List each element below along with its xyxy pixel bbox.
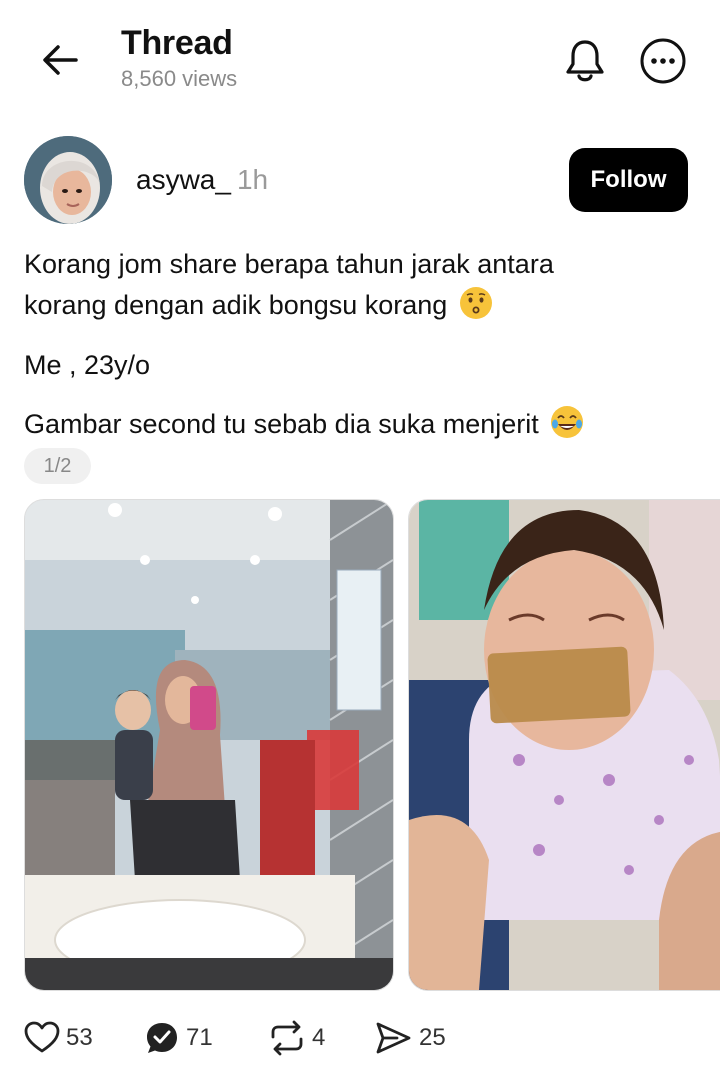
views-count: 8,560 views — [121, 66, 238, 91]
laughing-emoji-icon — [551, 406, 584, 438]
reply-icon — [147, 1023, 177, 1053]
page-title: Thread — [121, 24, 233, 62]
repost-icon — [271, 1020, 303, 1056]
author-name[interactable]: asywa_ 1h — [136, 164, 268, 196]
more-options-button[interactable] — [638, 36, 688, 86]
post-text-segment: korang dengan adik bongsu korang — [24, 290, 448, 320]
avatar[interactable] — [24, 136, 112, 224]
repost-button[interactable]: 4 — [268, 1014, 325, 1062]
like-button[interactable]: 53 — [24, 1014, 93, 1062]
post-time: 1h — [236, 164, 269, 195]
username[interactable]: asywa_ — [136, 164, 231, 195]
kissing-emoji-icon — [459, 287, 492, 319]
repost-count: 4 — [312, 1024, 326, 1051]
share-icon — [376, 1022, 411, 1054]
share-count: 25 — [419, 1024, 446, 1051]
post-image-mirror-selfie[interactable] — [24, 499, 394, 991]
post-text-line: Korang jom share berapa tahun jarak anta… — [24, 249, 554, 279]
post-text-line: Me , 23y/o — [24, 350, 151, 380]
back-arrow-icon — [43, 45, 78, 75]
like-count: 53 — [66, 1024, 93, 1051]
back-button[interactable] — [38, 38, 82, 82]
reply-button[interactable]: 71 — [144, 1014, 213, 1062]
post-text-line: korang dengan adik bongsu korang — [24, 285, 493, 325]
post-text-segment: Gambar second tu sebab dia suka menjerit — [24, 409, 539, 439]
post-text-line: Gambar second tu sebab dia suka menjerit — [24, 404, 584, 444]
post-image-crying-baby[interactable] — [408, 499, 720, 991]
image-counter: 1/2 — [24, 448, 91, 484]
more-icon — [640, 38, 686, 84]
notifications-button[interactable] — [560, 36, 610, 86]
follow-button[interactable]: Follow — [569, 148, 688, 212]
reply-count: 71 — [186, 1024, 213, 1051]
share-button[interactable]: 25 — [375, 1014, 446, 1062]
heart-icon — [24, 1021, 60, 1053]
bell-icon — [566, 40, 604, 82]
